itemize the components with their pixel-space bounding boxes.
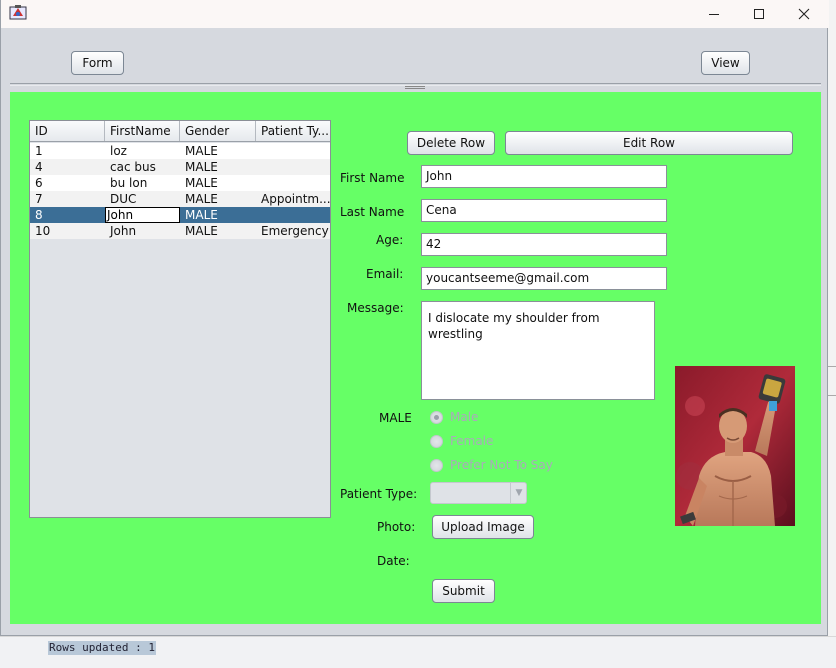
table-row[interactable]: 8 John MALE: [30, 207, 330, 223]
column-header-firstname[interactable]: FirstName: [105, 121, 180, 141]
maximize-button[interactable]: [736, 0, 782, 28]
split-divider: [10, 83, 821, 84]
radio-unselected-icon: [430, 458, 443, 472]
cell-gender[interactable]: MALE: [180, 191, 256, 207]
upload-image-button[interactable]: Upload Image: [432, 515, 534, 539]
radio-selected-icon: [430, 410, 443, 424]
maximize-icon: [754, 9, 764, 19]
edit-row-button[interactable]: Edit Row: [505, 131, 793, 155]
column-header-patient-type[interactable]: Patient Ty...: [256, 121, 330, 141]
split-grip-handle[interactable]: [405, 86, 425, 89]
cell-gender[interactable]: MALE: [180, 175, 256, 191]
cell-gender[interactable]: MALE: [180, 159, 256, 175]
gender-option-label: Male: [450, 410, 479, 424]
gender-radio-female[interactable]: Female: [430, 434, 493, 448]
table-row[interactable]: 10 John MALE Emergency: [30, 223, 330, 239]
first-name-label: First Name: [340, 171, 405, 185]
minimize-button[interactable]: [691, 0, 737, 28]
gender-radio-prefer-not[interactable]: Prefer Not To Say: [430, 458, 553, 472]
cell-first-name[interactable]: bu lon: [105, 175, 180, 191]
last-name-field[interactable]: Cena: [421, 199, 667, 222]
form-tab-button[interactable]: Form: [71, 51, 124, 75]
message-textarea[interactable]: I dislocate my shoulder from wrestling: [421, 301, 655, 400]
java-app-icon: [9, 5, 27, 20]
last-name-label: Last Name: [340, 205, 405, 219]
cell-first-name[interactable]: John: [105, 223, 180, 239]
view-tab-button[interactable]: View: [701, 51, 750, 75]
patients-table[interactable]: ID FirstName Gender Patient Ty... 1 loz MA…: [29, 120, 331, 518]
submit-button[interactable]: Submit: [432, 579, 495, 603]
table-row[interactable]: 7 DUC MALE Appointm...: [30, 191, 330, 207]
column-header-id[interactable]: ID: [30, 121, 105, 141]
email-field[interactable]: youcantseeme@gmail.com: [421, 267, 667, 290]
cell-gender[interactable]: MALE: [180, 143, 256, 159]
patient-type-label: Patient Type:: [340, 487, 418, 501]
cell-patient-type[interactable]: [256, 207, 330, 223]
cell-id[interactable]: 7: [30, 191, 105, 207]
column-header-gender[interactable]: Gender: [180, 121, 256, 141]
app-window: Form View ID FirstName Gender Patient Ty…: [0, 0, 829, 636]
table-row[interactable]: 1 loz MALE: [30, 143, 330, 159]
photo-label: Photo:: [377, 520, 416, 534]
gender-label: MALE: [379, 411, 412, 425]
cell-id[interactable]: 8: [30, 207, 105, 223]
close-button[interactable]: [781, 0, 827, 28]
cell-patient-type[interactable]: [256, 175, 330, 191]
cell-patient-type[interactable]: Appointm...: [256, 191, 330, 207]
cell-id[interactable]: 6: [30, 175, 105, 191]
patient-photo: [675, 366, 795, 526]
gender-option-label: Female: [450, 434, 494, 448]
table-row[interactable]: 4 cac bus MALE: [30, 159, 330, 175]
cell-patient-type[interactable]: [256, 143, 330, 159]
cell-gender[interactable]: MALE: [180, 223, 256, 239]
close-icon: [798, 8, 810, 20]
gender-option-label: Prefer Not To Say: [450, 458, 553, 472]
console-output: Rows updated : 1: [48, 641, 156, 655]
minimize-icon: [709, 14, 719, 15]
first-name-field[interactable]: John: [421, 165, 667, 188]
table-row[interactable]: 6 bu lon MALE: [30, 175, 330, 191]
date-label: Date:: [377, 554, 410, 568]
cell-id[interactable]: 4: [30, 159, 105, 175]
cell-first-name[interactable]: John: [105, 207, 180, 223]
cell-id[interactable]: 10: [30, 223, 105, 239]
cell-id[interactable]: 1: [30, 143, 105, 159]
gender-radio-male[interactable]: Male: [430, 410, 478, 424]
background-window-edge: [828, 366, 836, 396]
cell-first-name[interactable]: DUC: [105, 191, 180, 207]
cell-patient-type[interactable]: [256, 159, 330, 175]
age-label: Age:: [376, 233, 404, 247]
table-header: ID FirstName Gender Patient Ty...: [30, 121, 330, 142]
cell-gender[interactable]: MALE: [180, 207, 256, 223]
cell-first-name[interactable]: cac bus: [105, 159, 180, 175]
age-field[interactable]: 42: [421, 233, 667, 256]
email-label: Email:: [366, 267, 404, 281]
cell-patient-type[interactable]: Emergency: [256, 223, 330, 239]
title-bar[interactable]: [1, 0, 829, 28]
radio-unselected-icon: [430, 434, 443, 448]
message-label: Message:: [347, 301, 404, 315]
chevron-down-icon[interactable]: ▼: [510, 482, 527, 504]
delete-row-button[interactable]: Delete Row: [407, 131, 495, 155]
cell-first-name[interactable]: loz: [105, 143, 180, 159]
